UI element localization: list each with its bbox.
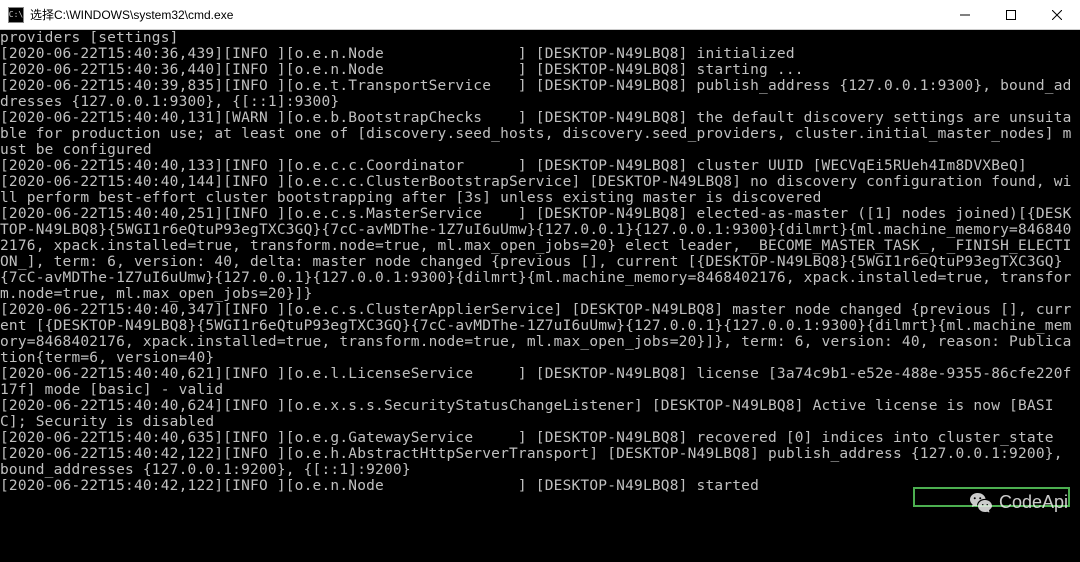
cmd-icon: C:\	[8, 7, 24, 23]
terminal-line: [2020-06-22T15:40:42,122][INFO ][o.e.n.N…	[0, 478, 1080, 494]
terminal-line: [2020-06-22T15:40:40,347][INFO ][o.e.c.s…	[0, 302, 1080, 366]
terminal-line: [2020-06-22T15:40:40,133][INFO ][o.e.c.c…	[0, 158, 1080, 174]
terminal-line: providers [settings]	[0, 30, 1080, 46]
terminal-output[interactable]: providers [settings][2020-06-22T15:40:36…	[0, 30, 1080, 494]
wechat-icon	[969, 490, 993, 514]
terminal-line: [2020-06-22T15:40:36,440][INFO ][o.e.n.N…	[0, 62, 1080, 78]
terminal-line: [2020-06-22T15:40:39,835][INFO ][o.e.t.T…	[0, 78, 1080, 110]
terminal-line: [2020-06-22T15:40:40,131][WARN ][o.e.b.B…	[0, 110, 1080, 158]
terminal-line: [2020-06-22T15:40:40,621][INFO ][o.e.l.L…	[0, 366, 1080, 398]
watermark: CodeApi	[969, 490, 1068, 514]
window-controls	[942, 0, 1080, 29]
watermark-text: CodeApi	[999, 492, 1068, 513]
maximize-button[interactable]	[988, 0, 1034, 29]
terminal-line: [2020-06-22T15:40:40,144][INFO ][o.e.c.c…	[0, 174, 1080, 206]
terminal-line: [2020-06-22T15:40:40,624][INFO ][o.e.x.s…	[0, 398, 1080, 430]
terminal-line: [2020-06-22T15:40:42,122][INFO ][o.e.h.A…	[0, 446, 1080, 478]
minimize-button[interactable]	[942, 0, 988, 29]
window-title: 选择C:\WINDOWS\system32\cmd.exe	[30, 6, 942, 23]
window-titlebar: C:\ 选择C:\WINDOWS\system32\cmd.exe	[0, 0, 1080, 30]
terminal-line: [2020-06-22T15:40:40,251][INFO ][o.e.c.s…	[0, 206, 1080, 302]
terminal-line: [2020-06-22T15:40:40,635][INFO ][o.e.g.G…	[0, 430, 1080, 446]
close-button[interactable]	[1034, 0, 1080, 29]
terminal-line: [2020-06-22T15:40:36,439][INFO ][o.e.n.N…	[0, 46, 1080, 62]
